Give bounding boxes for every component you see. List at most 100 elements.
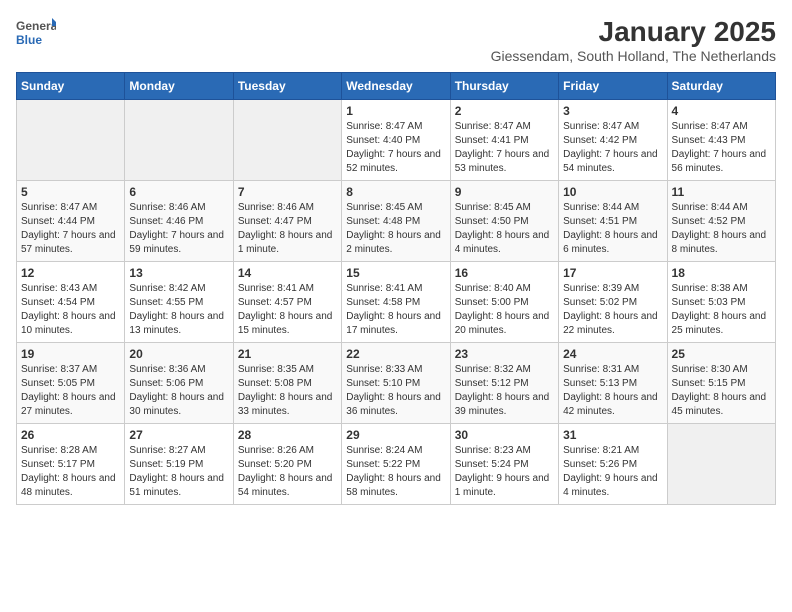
weekday-header-wednesday: Wednesday: [342, 73, 450, 100]
day-number: 25: [672, 347, 771, 361]
calendar-cell: 26 Sunrise: 8:28 AMSunset: 5:17 PMDayligh…: [17, 424, 125, 505]
day-number: 1: [346, 104, 445, 118]
calendar-cell: 1 Sunrise: 8:47 AMSunset: 4:40 PMDaylight…: [342, 100, 450, 181]
day-info: Sunrise: 8:33 AMSunset: 5:10 PMDaylight:…: [346, 363, 445, 419]
day-number: 4: [672, 104, 771, 118]
day-info: Sunrise: 8:47 AMSunset: 4:42 PMDaylight:…: [563, 120, 662, 176]
calendar-cell: 15 Sunrise: 8:41 AMSunset: 4:58 PMDayligh…: [342, 262, 450, 343]
day-number: 26: [21, 428, 120, 442]
day-number: 15: [346, 266, 445, 280]
day-info: Sunrise: 8:43 AMSunset: 4:54 PMDaylight:…: [21, 282, 120, 338]
calendar-cell: 2 Sunrise: 8:47 AMSunset: 4:41 PMDaylight…: [450, 100, 558, 181]
day-info: Sunrise: 8:44 AMSunset: 4:52 PMDaylight:…: [672, 201, 771, 257]
day-info: Sunrise: 8:46 AMSunset: 4:47 PMDaylight:…: [238, 201, 337, 257]
day-number: 6: [129, 185, 228, 199]
day-info: Sunrise: 8:39 AMSunset: 5:02 PMDaylight:…: [563, 282, 662, 338]
calendar-cell: 14Sunrise: 8:41 AMSunset: 4:57 PMDayligh…: [233, 262, 341, 343]
calendar-cell: 16 Sunrise: 8:40 AMSunset: 5:00 PMDayligh…: [450, 262, 558, 343]
day-info: Sunrise: 8:47 AMSunset: 4:41 PMDaylight:…: [455, 120, 554, 176]
calendar-cell: 4Sunrise: 8:47 AMSunset: 4:43 PMDaylight…: [667, 100, 775, 181]
calendar-cell: [17, 100, 125, 181]
subtitle: Giessendam, South Holland, The Netherlan…: [491, 48, 776, 64]
day-info: Sunrise: 8:41 AMSunset: 4:57 PMDaylight:…: [238, 282, 337, 338]
day-number: 29: [346, 428, 445, 442]
day-info: Sunrise: 8:37 AMSunset: 5:05 PMDaylight:…: [21, 363, 120, 419]
day-number: 28: [238, 428, 337, 442]
day-number: 9: [455, 185, 554, 199]
calendar-cell: 20 Sunrise: 8:36 AMSunset: 5:06 PMDayligh…: [125, 343, 233, 424]
calendar-cell: 27Sunrise: 8:27 AMSunset: 5:19 PMDayligh…: [125, 424, 233, 505]
day-info: Sunrise: 8:47 AMSunset: 4:40 PMDaylight:…: [346, 120, 445, 176]
day-number: 10: [563, 185, 662, 199]
calendar-body: 1 Sunrise: 8:47 AMSunset: 4:40 PMDaylight…: [17, 100, 776, 505]
calendar-cell: 22Sunrise: 8:33 AMSunset: 5:10 PMDayligh…: [342, 343, 450, 424]
day-info: Sunrise: 8:36 AMSunset: 5:06 PMDaylight:…: [129, 363, 228, 419]
calendar-cell: 17 Sunrise: 8:39 AMSunset: 5:02 PMDayligh…: [559, 262, 667, 343]
day-number: 11: [672, 185, 771, 199]
day-number: 13: [129, 266, 228, 280]
day-info: Sunrise: 8:23 AMSunset: 5:24 PMDaylight:…: [455, 444, 554, 500]
weekday-header-friday: Friday: [559, 73, 667, 100]
day-number: 7: [238, 185, 337, 199]
day-info: Sunrise: 8:30 AMSunset: 5:15 PMDaylight:…: [672, 363, 771, 419]
calendar-cell: 7 Sunrise: 8:46 AMSunset: 4:47 PMDaylight…: [233, 181, 341, 262]
day-number: 21: [238, 347, 337, 361]
day-info: Sunrise: 8:44 AMSunset: 4:51 PMDaylight:…: [563, 201, 662, 257]
header: General Blue January 2025 Giessendam, So…: [16, 16, 776, 64]
day-number: 24: [563, 347, 662, 361]
day-info: Sunrise: 8:21 AMSunset: 5:26 PMDaylight:…: [563, 444, 662, 500]
calendar-cell: 10 Sunrise: 8:44 AMSunset: 4:51 PMDayligh…: [559, 181, 667, 262]
day-number: 23: [455, 347, 554, 361]
calendar-week-1: 5Sunrise: 8:47 AMSunset: 4:44 PMDaylight…: [17, 181, 776, 262]
weekday-header-row: SundayMondayTuesdayWednesdayThursdayFrid…: [17, 73, 776, 100]
calendar-cell: 18 Sunrise: 8:38 AMSunset: 5:03 PMDayligh…: [667, 262, 775, 343]
day-number: 3: [563, 104, 662, 118]
calendar-cell: 11 Sunrise: 8:44 AMSunset: 4:52 PMDayligh…: [667, 181, 775, 262]
calendar-cell: [125, 100, 233, 181]
calendar-cell: 12Sunrise: 8:43 AMSunset: 4:54 PMDayligh…: [17, 262, 125, 343]
day-number: 27: [129, 428, 228, 442]
calendar-cell: 3 Sunrise: 8:47 AMSunset: 4:42 PMDaylight…: [559, 100, 667, 181]
calendar-cell: 23 Sunrise: 8:32 AMSunset: 5:12 PMDayligh…: [450, 343, 558, 424]
weekday-header-sunday: Sunday: [17, 73, 125, 100]
weekday-header-thursday: Thursday: [450, 73, 558, 100]
day-info: Sunrise: 8:45 AMSunset: 4:50 PMDaylight:…: [455, 201, 554, 257]
calendar-cell: 21 Sunrise: 8:35 AMSunset: 5:08 PMDayligh…: [233, 343, 341, 424]
weekday-header-saturday: Saturday: [667, 73, 775, 100]
calendar-cell: 25 Sunrise: 8:30 AMSunset: 5:15 PMDayligh…: [667, 343, 775, 424]
weekday-header-tuesday: Tuesday: [233, 73, 341, 100]
calendar-week-2: 12Sunrise: 8:43 AMSunset: 4:54 PMDayligh…: [17, 262, 776, 343]
day-number: 20: [129, 347, 228, 361]
calendar-cell: 30 Sunrise: 8:23 AMSunset: 5:24 PMDayligh…: [450, 424, 558, 505]
calendar-cell: 28 Sunrise: 8:26 AMSunset: 5:20 PMDayligh…: [233, 424, 341, 505]
day-info: Sunrise: 8:40 AMSunset: 5:00 PMDaylight:…: [455, 282, 554, 338]
day-number: 30: [455, 428, 554, 442]
day-info: Sunrise: 8:41 AMSunset: 4:58 PMDaylight:…: [346, 282, 445, 338]
day-info: Sunrise: 8:26 AMSunset: 5:20 PMDaylight:…: [238, 444, 337, 500]
day-info: Sunrise: 8:32 AMSunset: 5:12 PMDaylight:…: [455, 363, 554, 419]
calendar-cell: 29Sunrise: 8:24 AMSunset: 5:22 PMDayligh…: [342, 424, 450, 505]
day-info: Sunrise: 8:47 AMSunset: 4:44 PMDaylight:…: [21, 201, 120, 257]
day-info: Sunrise: 8:35 AMSunset: 5:08 PMDaylight:…: [238, 363, 337, 419]
calendar-cell: 8 Sunrise: 8:45 AMSunset: 4:48 PMDaylight…: [342, 181, 450, 262]
day-info: Sunrise: 8:45 AMSunset: 4:48 PMDaylight:…: [346, 201, 445, 257]
day-number: 19: [21, 347, 120, 361]
day-number: 18: [672, 266, 771, 280]
day-info: Sunrise: 8:38 AMSunset: 5:03 PMDaylight:…: [672, 282, 771, 338]
calendar-cell: 24 Sunrise: 8:31 AMSunset: 5:13 PMDayligh…: [559, 343, 667, 424]
calendar-cell: [233, 100, 341, 181]
day-number: 8: [346, 185, 445, 199]
day-number: 17: [563, 266, 662, 280]
calendar-cell: [667, 424, 775, 505]
calendar-table: SundayMondayTuesdayWednesdayThursdayFrid…: [16, 72, 776, 505]
day-number: 16: [455, 266, 554, 280]
day-info: Sunrise: 8:42 AMSunset: 4:55 PMDaylight:…: [129, 282, 228, 338]
day-number: 2: [455, 104, 554, 118]
day-info: Sunrise: 8:28 AMSunset: 5:17 PMDaylight:…: [21, 444, 120, 500]
weekday-header-monday: Monday: [125, 73, 233, 100]
svg-text:General: General: [16, 19, 56, 33]
calendar-week-0: 1 Sunrise: 8:47 AMSunset: 4:40 PMDaylight…: [17, 100, 776, 181]
calendar-cell: 9 Sunrise: 8:45 AMSunset: 4:50 PMDaylight…: [450, 181, 558, 262]
main-title: January 2025: [491, 16, 776, 48]
day-info: Sunrise: 8:31 AMSunset: 5:13 PMDaylight:…: [563, 363, 662, 419]
